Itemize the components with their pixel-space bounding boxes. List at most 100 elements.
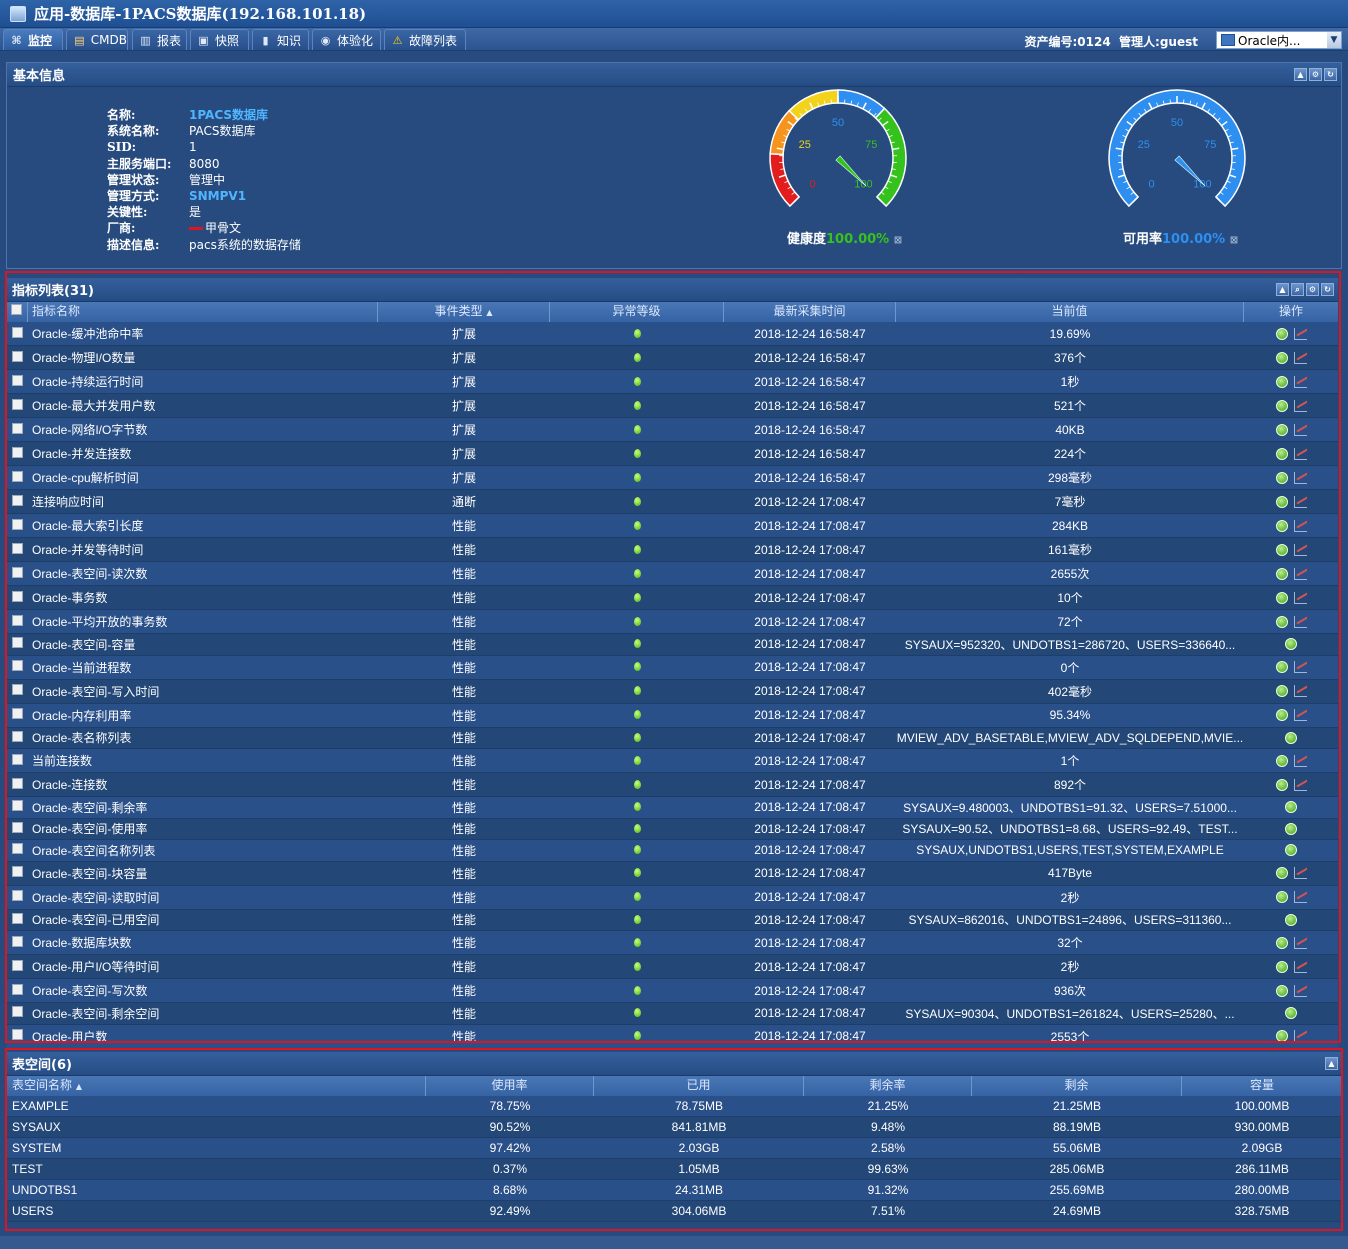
detail-icon[interactable] <box>1275 891 1288 903</box>
line-chart-icon[interactable] <box>1293 351 1307 364</box>
detail-icon[interactable] <box>1275 327 1288 340</box>
col-free-rate[interactable]: 剩余率 <box>804 1076 972 1096</box>
line-chart-icon[interactable] <box>1293 891 1307 903</box>
row-checkbox[interactable] <box>6 890 28 904</box>
row-checkbox[interactable] <box>6 494 28 509</box>
row-checkbox[interactable] <box>6 566 28 581</box>
row-checkbox[interactable] <box>6 821 28 836</box>
detail-icon[interactable] <box>1275 471 1288 484</box>
row-checkbox[interactable] <box>6 777 28 792</box>
detail-icon[interactable] <box>1285 638 1297 651</box>
detail-icon[interactable] <box>1275 351 1288 364</box>
detail-icon[interactable] <box>1275 709 1288 721</box>
metric-row[interactable]: Oracle-并发等待时间 性能 2018-12-24 17:08:47 161毫秒 <box>6 538 1338 562</box>
gear-icon[interactable]: ⚙ <box>1306 283 1319 296</box>
detail-icon[interactable] <box>1275 567 1288 580</box>
gear-icon[interactable]: ⚙ <box>1309 68 1322 81</box>
chart-icon[interactable]: ⊠ <box>1230 235 1238 246</box>
row-checkbox[interactable] <box>6 753 28 768</box>
row-checkbox[interactable] <box>6 590 28 605</box>
detail-icon[interactable] <box>1275 778 1288 791</box>
detail-icon[interactable] <box>1275 661 1288 673</box>
col-type[interactable]: 事件类型 ▲ <box>378 302 550 322</box>
metric-row[interactable]: Oracle-持续运行时间 扩展 2018-12-24 16:58:47 1秒 <box>6 370 1338 394</box>
row-checkbox[interactable] <box>6 398 28 413</box>
detail-icon[interactable] <box>1275 685 1288 697</box>
detail-icon[interactable] <box>1275 543 1288 556</box>
row-checkbox[interactable] <box>6 422 28 437</box>
tablespace-row[interactable]: UNDOTBS1 8.68% 24.31MB 91.32% 255.69MB 280.00… <box>6 1180 1342 1201</box>
metric-row[interactable]: Oracle-连接数 性能 2018-12-24 17:08:47 892个 <box>6 773 1338 797</box>
monitor-type-select[interactable]: Oracle内... ▼ <box>1216 31 1342 49</box>
line-chart-icon[interactable] <box>1293 375 1307 388</box>
detail-icon[interactable] <box>1275 399 1288 412</box>
detail-icon[interactable] <box>1275 495 1288 508</box>
line-chart-icon[interactable] <box>1293 615 1307 628</box>
info-value[interactable]: 1PACS数据库 <box>189 107 268 123</box>
line-chart-icon[interactable] <box>1293 984 1307 997</box>
tab-3[interactable]: ▣ 快照 <box>190 29 249 50</box>
row-checkbox[interactable] <box>6 350 28 365</box>
row-checkbox[interactable] <box>6 935 28 950</box>
line-chart-icon[interactable] <box>1293 399 1307 412</box>
tablespace-row[interactable]: SYSAUX 90.52% 841.81MB 9.48% 88.19MB 930.00MB <box>6 1117 1342 1138</box>
tab-1[interactable]: ▤ CMDB <box>66 29 128 50</box>
metric-row[interactable]: Oracle-表空间-已用空间 性能 2018-12-24 17:08:47 SYSA… <box>6 909 1338 931</box>
line-chart-icon[interactable] <box>1293 1030 1307 1042</box>
metric-row[interactable]: Oracle-物理I/O数量 扩展 2018-12-24 16:58:47 376个 <box>6 346 1338 370</box>
chevron-down-icon[interactable]: ▼ <box>1327 32 1341 48</box>
tablespace-row[interactable]: USERS 92.49% 304.06MB 7.51% 24.69MB 328.75MB <box>6 1201 1342 1222</box>
detail-icon[interactable] <box>1285 801 1297 814</box>
metric-row[interactable]: Oracle-表空间-读次数 性能 2018-12-24 17:08:47 2655次 <box>6 562 1338 586</box>
row-checkbox[interactable] <box>6 374 28 389</box>
row-checkbox[interactable] <box>6 866 28 880</box>
chart-icon[interactable]: ⊠ <box>894 235 902 246</box>
row-checkbox[interactable] <box>6 1029 28 1043</box>
row-checkbox[interactable] <box>6 446 28 461</box>
metric-row[interactable]: 连接响应时间 通断 2018-12-24 17:08:47 7毫秒 <box>6 490 1338 514</box>
metric-row[interactable]: Oracle-表空间名称列表 性能 2018-12-24 17:08:47 SYSAU… <box>6 840 1338 862</box>
row-checkbox[interactable] <box>6 326 28 341</box>
col-capacity[interactable]: 容量 <box>1182 1076 1342 1096</box>
detail-icon[interactable] <box>1275 615 1288 628</box>
line-chart-icon[interactable] <box>1293 591 1307 604</box>
line-chart-icon[interactable] <box>1293 567 1307 580</box>
row-checkbox[interactable] <box>6 708 28 722</box>
metric-row[interactable]: Oracle-表空间-写入时间 性能 2018-12-24 17:08:47 402毫… <box>6 679 1338 704</box>
detail-icon[interactable] <box>1275 591 1288 604</box>
line-chart-icon[interactable] <box>1293 685 1307 697</box>
metric-row[interactable]: Oracle-缓冲池命中率 扩展 2018-12-24 16:58:47 19.69% <box>6 322 1338 346</box>
col-name[interactable]: 指标名称 <box>28 302 378 322</box>
line-chart-icon[interactable] <box>1293 960 1307 973</box>
select-all-checkbox[interactable] <box>6 302 28 322</box>
row-checkbox[interactable] <box>6 684 28 698</box>
line-chart-icon[interactable] <box>1293 543 1307 556</box>
collapse-icon[interactable]: ▲ <box>1276 283 1289 296</box>
tab-0[interactable]: ⌘ 监控 <box>3 29 63 50</box>
metric-row[interactable]: Oracle-当前进程数 性能 2018-12-24 17:08:47 0个 <box>6 655 1338 680</box>
row-checkbox[interactable] <box>6 912 28 927</box>
detail-icon[interactable] <box>1275 867 1288 879</box>
row-checkbox[interactable] <box>6 518 28 533</box>
line-chart-icon[interactable] <box>1293 423 1307 436</box>
detail-icon[interactable] <box>1285 822 1297 835</box>
tablespace-row[interactable]: TEST 0.37% 1.05MB 99.63% 285.06MB 286.11MB <box>6 1159 1342 1180</box>
line-chart-icon[interactable] <box>1293 709 1307 721</box>
refresh-icon[interactable]: ↻ <box>1324 68 1337 81</box>
row-checkbox[interactable] <box>6 800 28 814</box>
metric-row[interactable]: Oracle-表空间-块容量 性能 2018-12-24 17:08:47 417By… <box>6 861 1338 886</box>
line-chart-icon[interactable] <box>1293 867 1307 879</box>
detail-icon[interactable] <box>1275 447 1288 460</box>
line-chart-icon[interactable] <box>1293 754 1307 767</box>
collapse-icon[interactable]: ▲ <box>1325 1057 1338 1070</box>
tab-6[interactable]: ⚠ 故障列表 <box>384 29 466 50</box>
detail-icon[interactable] <box>1275 984 1288 997</box>
metric-row[interactable]: Oracle-表名称列表 性能 2018-12-24 17:08:47 MVIEW_A… <box>6 727 1338 749</box>
row-checkbox[interactable] <box>6 959 28 974</box>
detail-icon[interactable] <box>1285 1007 1297 1020</box>
tablespace-row[interactable]: SYSTEM 97.42% 2.03GB 2.58% 55.06MB 2.09GB <box>6 1138 1342 1159</box>
metric-row[interactable]: Oracle-内存利用率 性能 2018-12-24 17:08:47 95.34% <box>6 703 1338 728</box>
search-icon[interactable]: ⌕ <box>1291 283 1304 296</box>
metric-row[interactable]: Oracle-表空间-剩余率 性能 2018-12-24 17:08:47 SYSAU… <box>6 797 1338 819</box>
metric-row[interactable]: Oracle-并发连接数 扩展 2018-12-24 16:58:47 224个 <box>6 442 1338 466</box>
